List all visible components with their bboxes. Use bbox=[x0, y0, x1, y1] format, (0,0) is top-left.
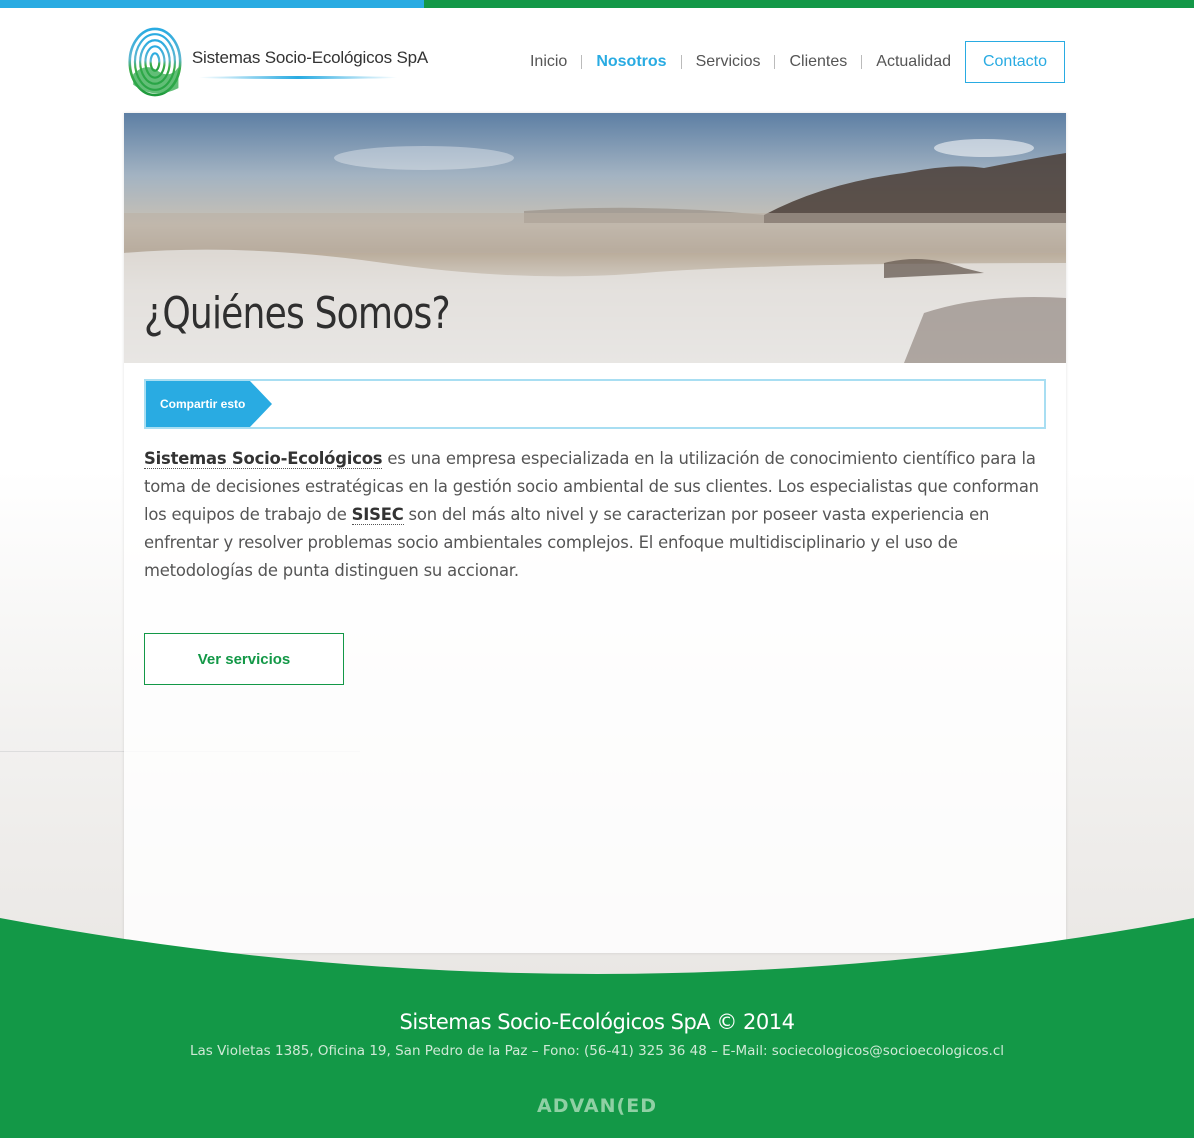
logo-swoosh bbox=[197, 76, 398, 79]
nav-item-clientes[interactable]: Clientes bbox=[775, 52, 861, 72]
fingerprint-logo-icon bbox=[128, 27, 182, 97]
nav-item-actualidad[interactable]: Actualidad bbox=[862, 52, 965, 72]
main-navigation: Inicio Nosotros Servicios Clientes Actua… bbox=[516, 41, 1065, 83]
top-color-stripe bbox=[0, 0, 1194, 8]
content-card: ¿Quiénes Somos? Compartir esto Sistemas … bbox=[124, 113, 1066, 953]
hero-banner: ¿Quiénes Somos? bbox=[124, 113, 1066, 363]
intro-paragraph: Sistemas Socio-Ecológicos es una empresa… bbox=[144, 445, 1048, 585]
company-link[interactable]: Sistemas Socio-Ecológicos bbox=[144, 449, 383, 469]
footer-title: Sistemas Socio-Ecológicos SpA © 2014 bbox=[399, 1010, 795, 1034]
nav-item-inicio[interactable]: Inicio bbox=[516, 52, 581, 72]
page-title: ¿Quiénes Somos? bbox=[144, 288, 451, 339]
nav-item-servicios[interactable]: Servicios bbox=[682, 52, 775, 72]
logo-brand-name: Sistemas Socio-Ecológicos SpA bbox=[191, 48, 428, 67]
top-stripe-blue bbox=[0, 0, 424, 8]
site-logo[interactable]: Sistemas Socio-Ecológicos SpA bbox=[128, 22, 428, 102]
site-header: Sistemas Socio-Ecológicos SpA Inicio Nos… bbox=[0, 8, 1194, 113]
top-stripe-green bbox=[424, 0, 1194, 8]
advanced-credit-logo[interactable]: ADVAN(ED bbox=[0, 1095, 1194, 1117]
share-button[interactable]: Compartir esto bbox=[146, 381, 272, 427]
contact-button[interactable]: Contacto bbox=[965, 41, 1065, 83]
footer-address: Las Violetas 1385, Oficina 19, San Pedro… bbox=[189, 1043, 1005, 1059]
nav-item-nosotros[interactable]: Nosotros bbox=[582, 52, 680, 72]
view-services-button[interactable]: Ver servicios bbox=[144, 633, 344, 685]
share-bar: Compartir esto bbox=[144, 379, 1046, 429]
sisec-link[interactable]: SISEC bbox=[351, 505, 404, 525]
